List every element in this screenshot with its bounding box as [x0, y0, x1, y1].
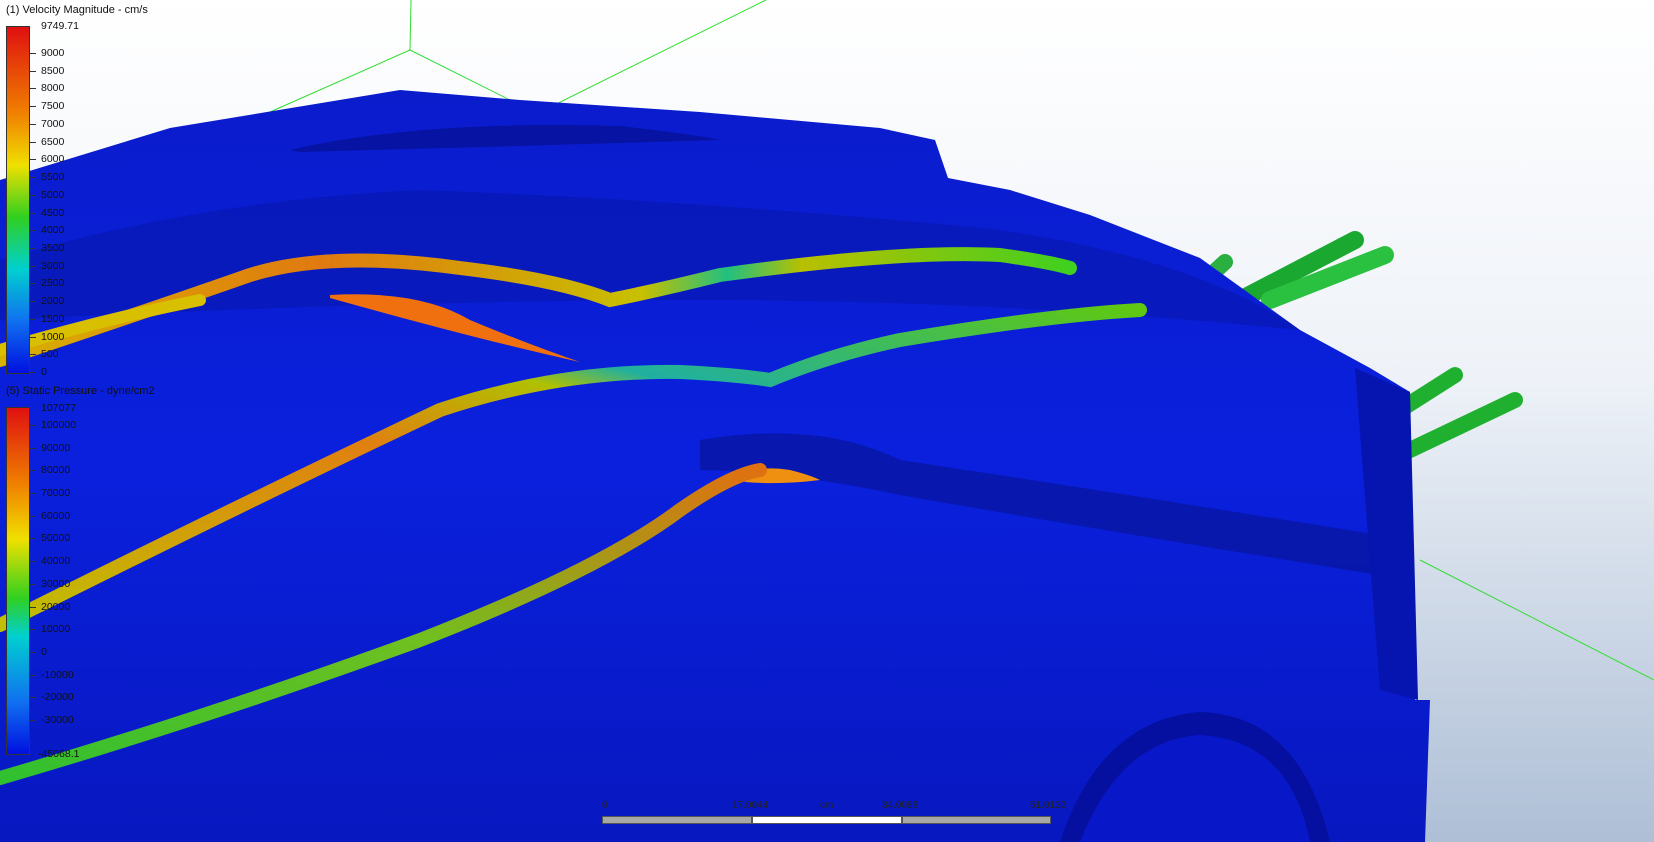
pressure-tick-label: 100000: [41, 419, 77, 431]
pressure-tick-label: 0: [41, 645, 47, 658]
pressure-tick-label: 90000: [41, 441, 71, 454]
velocity-tick-mark: [30, 265, 36, 267]
scale-label-0: 0: [602, 800, 608, 811]
velocity-tick-mark: [30, 159, 36, 161]
velocity-tick-label: 1500: [41, 312, 65, 325]
velocity-tick-mark: [30, 283, 36, 285]
velocity-tick-mark: [30, 70, 36, 72]
pressure-tick-mark: [30, 606, 36, 608]
scale-label-3: 51.0132: [1030, 800, 1067, 811]
pressure-tick-mark: [30, 538, 36, 540]
velocity-tick-label: 8500: [41, 64, 65, 77]
velocity-tick-mark: [30, 53, 36, 54]
velocity-tick-label: 8000: [41, 82, 65, 95]
velocity-tick-label: 7500: [41, 100, 65, 113]
velocity-tick-label: 5000: [41, 188, 65, 201]
velocity-tick-mark: [30, 318, 36, 320]
velocity-tick-mark: [30, 88, 36, 90]
pressure-tick-mark: [30, 561, 36, 563]
scale-bar: 0 17.0044 cm 34.0088 51.0132: [602, 800, 1066, 828]
velocity-tick-label: 4000: [41, 224, 65, 237]
velocity-tick-label: 4500: [41, 206, 65, 219]
scale-label-unit: cm: [820, 800, 834, 811]
scale-segment-3: [902, 816, 1051, 824]
velocity-max-label: 9749.71: [41, 20, 79, 32]
velocity-tick-label: 0: [41, 366, 47, 378]
pressure-tick-mark: [30, 629, 36, 631]
velocity-tick-label: 7000: [41, 117, 65, 130]
velocity-color-bar: [6, 26, 30, 374]
pressure-tick-label: -10000: [41, 668, 74, 681]
pressure-tick-label: 20000: [41, 600, 71, 613]
pressure-tick-mark: [30, 583, 36, 585]
velocity-tick-label: 500: [41, 348, 59, 361]
velocity-tick-mark: [30, 123, 36, 125]
pressure-tick-mark: [30, 425, 36, 426]
pressure-tick-label: 60000: [41, 509, 71, 522]
pressure-tick-label: 30000: [41, 577, 71, 590]
velocity-tick-mark: [30, 230, 36, 232]
pressure-tick-label: -20000: [41, 691, 74, 704]
velocity-legend-title: (1) Velocity Magnitude - cm/s: [6, 4, 148, 16]
velocity-tick-label: 2500: [41, 277, 65, 290]
velocity-tick-label: 2000: [41, 295, 65, 308]
pressure-max-label: 107077: [41, 402, 77, 414]
pressure-legend-title: (5) Static Pressure - dyne/cm2: [6, 385, 155, 397]
velocity-tick-label: 1000: [41, 330, 65, 343]
scale-label-2: 34.0088: [882, 800, 919, 811]
pressure-tick-mark: [30, 651, 36, 653]
pressure-color-bar: [6, 407, 30, 755]
pressure-tick-mark: [30, 447, 36, 449]
velocity-tick-mark: [30, 336, 36, 338]
pressure-tick-mark: [30, 493, 36, 495]
velocity-tick-mark: [30, 212, 36, 214]
velocity-tick-mark: [30, 106, 36, 108]
velocity-tick-mark: [30, 141, 36, 143]
velocity-tick-label: 3500: [41, 241, 65, 254]
pressure-tick-mark: [30, 515, 36, 517]
velocity-tick-mark: [30, 301, 36, 303]
velocity-tick-label: 9000: [41, 47, 65, 59]
pressure-tick-mark: [30, 697, 36, 699]
scale-segment-2: [752, 816, 902, 824]
pressure-tick-label: 40000: [41, 555, 71, 568]
velocity-tick-mark: [30, 177, 36, 179]
pressure-tick-mark: [30, 674, 36, 676]
pressure-tick-label: 10000: [41, 623, 71, 636]
velocity-tick-mark: [30, 247, 36, 249]
pressure-tick-mark: [30, 470, 36, 472]
velocity-tick-mark: [30, 372, 36, 373]
velocity-tick-label: 3000: [41, 259, 65, 272]
pressure-min-label: -45068.1: [38, 748, 80, 760]
3d-viewport[interactable]: [0, 0, 1654, 842]
velocity-tick-label: 5500: [41, 171, 65, 184]
velocity-tick-mark: [30, 194, 36, 196]
pressure-tick-label: 50000: [41, 532, 71, 545]
velocity-tick-mark: [30, 354, 36, 356]
pressure-tick-label: -30000: [41, 714, 74, 726]
velocity-tick-label: 6500: [41, 135, 65, 148]
pressure-tick-mark: [30, 720, 36, 721]
scale-label-1: 17.0044: [732, 800, 769, 811]
velocity-tick-label: 6000: [41, 153, 65, 166]
pressure-tick-label: 80000: [41, 464, 71, 477]
pressure-tick-label: 70000: [41, 487, 71, 500]
scale-segment-1: [602, 816, 752, 824]
